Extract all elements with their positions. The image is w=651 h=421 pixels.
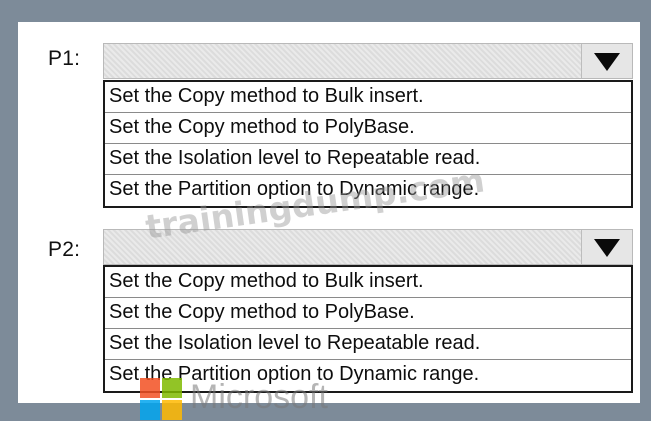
p1-dropdown-toggle[interactable]	[581, 44, 632, 78]
triangle-down-icon	[594, 239, 620, 257]
triangle-down-icon	[594, 53, 620, 71]
p2-dropdown-toggle[interactable]	[581, 230, 632, 264]
p2-option-dynamic-range[interactable]: Set the Partition option to Dynamic rang…	[105, 360, 631, 391]
p2-option-polybase[interactable]: Set the Copy method to PolyBase.	[105, 298, 631, 329]
p1-option-repeatable-read[interactable]: Set the Isolation level to Repeatable re…	[105, 144, 631, 175]
p2-option-bulk-insert[interactable]: Set the Copy method to Bulk insert.	[105, 267, 631, 298]
p1-dropdown[interactable]	[103, 43, 633, 79]
p2-label: P2:	[48, 238, 81, 261]
p2-options-list: Set the Copy method to Bulk insert. Set …	[103, 265, 633, 393]
p1-option-bulk-insert[interactable]: Set the Copy method to Bulk insert.	[105, 82, 631, 113]
p1-label: P1:	[48, 47, 81, 70]
p1-options-list: Set the Copy method to Bulk insert. Set …	[103, 80, 633, 208]
p1-option-dynamic-range[interactable]: Set the Partition option to Dynamic rang…	[105, 175, 631, 206]
p1-option-polybase[interactable]: Set the Copy method to PolyBase.	[105, 113, 631, 144]
p2-option-repeatable-read[interactable]: Set the Isolation level to Repeatable re…	[105, 329, 631, 360]
p2-dropdown[interactable]	[103, 229, 633, 265]
